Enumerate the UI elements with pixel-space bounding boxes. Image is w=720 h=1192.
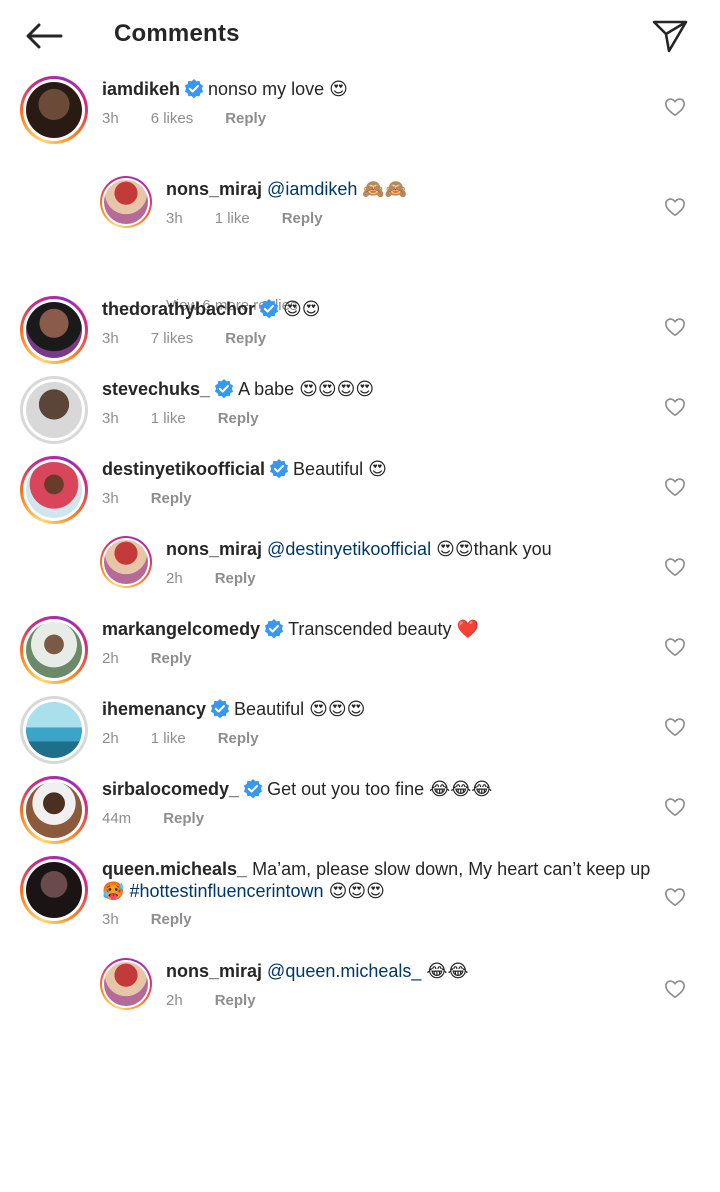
comment-time: 2h [102,650,119,667]
avatar[interactable] [20,616,88,684]
avatar[interactable] [100,176,152,228]
heart-icon[interactable] [664,476,686,498]
comment-time: 2h [166,992,183,1009]
avatar[interactable] [20,696,88,764]
reply-button[interactable]: Reply [215,992,256,1009]
mention-link[interactable]: @iamdikeh [267,179,357,199]
reply-button[interactable]: Reply [218,730,259,747]
reply-button[interactable]: Reply [163,810,204,827]
heart-icon[interactable] [664,886,686,908]
avatar[interactable] [20,76,88,144]
avatar[interactable] [20,296,88,364]
back-button[interactable] [22,18,66,54]
comment-time: 44m [102,810,132,827]
reply-button[interactable]: Reply [282,210,323,227]
comment-username[interactable]: thedorathybachor [102,299,255,319]
reply-button[interactable]: Reply [151,911,192,928]
verified-badge-icon [269,459,289,479]
avatar[interactable] [20,776,88,844]
comment-text: A babe 😍😍😍😍 [238,379,375,399]
comment-list: iamdikeh nonso my love 😍 3h 6 likes Reply… [0,70,720,1072]
comment-time: 2h [102,730,119,747]
comment-text: 😂😂 [421,961,469,981]
verified-badge-icon [214,379,234,399]
page-title: Comments [114,20,240,47]
comment-time: 3h [166,210,183,227]
mention-link[interactable]: @queen.micheals_ [267,961,421,981]
paper-plane-icon [652,20,688,53]
comment-time: 3h [102,410,119,427]
reply-button[interactable]: Reply [151,490,192,507]
heart-icon[interactable] [664,316,686,338]
comment-text: Beautiful 😍😍😍 [234,699,366,719]
reply-button[interactable]: Reply [218,410,259,427]
comment-username[interactable]: nons_miraj [166,539,262,559]
avatar[interactable] [20,376,88,444]
like-count[interactable]: 1 like [215,210,250,227]
comment-username[interactable]: stevechuks_ [102,379,210,399]
comment-text: 🙈🙈 [357,179,408,199]
reply-button[interactable]: Reply [225,330,266,347]
heart-icon[interactable] [664,978,686,1000]
comment-time: 2h [166,570,183,587]
comment-text: nonso my love 😍 [208,79,348,99]
send-button[interactable] [650,16,690,56]
comment-emoji: 🥵 [102,881,125,901]
comment-username[interactable]: ihemenancy [102,699,206,719]
comment-text: 😍😍 [283,299,321,319]
comment-username[interactable]: sirbalocomedy_ [102,779,239,799]
verified-badge-icon [259,299,279,319]
mention-link[interactable]: @destinyetikoofficial [267,539,431,559]
heart-icon[interactable] [664,636,686,658]
reply-button[interactable]: Reply [151,650,192,667]
like-count[interactable]: 6 likes [151,110,194,127]
header-bar: Comments [0,0,720,70]
reply-button[interactable]: Reply [225,110,266,127]
heart-icon[interactable] [664,96,686,118]
comment-reply-item: nons_miraj @iamdikeh 🙈🙈 3h 1 like Reply [0,170,720,270]
comment-time: 3h [102,911,119,928]
avatar[interactable] [100,536,152,588]
comment-username[interactable]: markangelcomedy [102,619,260,639]
comment-username[interactable]: iamdikeh [102,79,180,99]
comment-username[interactable]: destinyetikoofficial [102,459,265,479]
like-count[interactable]: 1 like [151,410,186,427]
heart-icon[interactable] [664,716,686,738]
comment-text: Ma’am, please slow down, My heart can’t … [252,859,651,879]
hashtag-link[interactable]: #hottestinfluencerintown [129,881,323,901]
avatar[interactable] [20,856,88,924]
comment-time: 3h [102,110,119,127]
heart-icon[interactable] [664,556,686,578]
comment-time: 3h [102,330,119,347]
avatar[interactable] [100,958,152,1010]
verified-badge-icon [264,619,284,639]
comment-text: Get out you too fine 😂😂😂 [267,779,493,799]
avatar[interactable] [20,456,88,524]
verified-badge-icon [243,779,263,799]
heart-icon[interactable] [664,196,686,218]
comment-reply-item: nons_miraj @queen.micheals_ 😂😂 2h Reply [0,958,720,1072]
heart-icon[interactable] [664,796,686,818]
comment-text: Transcended beauty ❤️ [288,619,479,639]
comment-username[interactable]: nons_miraj [166,179,262,199]
comment-text-tail: 😍😍😍 [323,881,385,901]
like-count[interactable]: 1 like [151,730,186,747]
comment-username[interactable]: nons_miraj [166,961,262,981]
verified-badge-icon [184,79,204,99]
comment-text: Beautiful 😍 [293,459,387,479]
comment-username[interactable]: queen.micheals_ [102,859,247,879]
arrow-left-icon [26,23,63,49]
comment-item: iamdikeh nonso my love 😍 3h 6 likes Reply [0,70,720,170]
verified-badge-icon [210,699,230,719]
heart-icon[interactable] [664,396,686,418]
reply-button[interactable]: Reply [215,570,256,587]
like-count[interactable]: 7 likes [151,330,194,347]
comment-time: 3h [102,490,119,507]
comment-text: 😍😍thank you [431,539,552,559]
